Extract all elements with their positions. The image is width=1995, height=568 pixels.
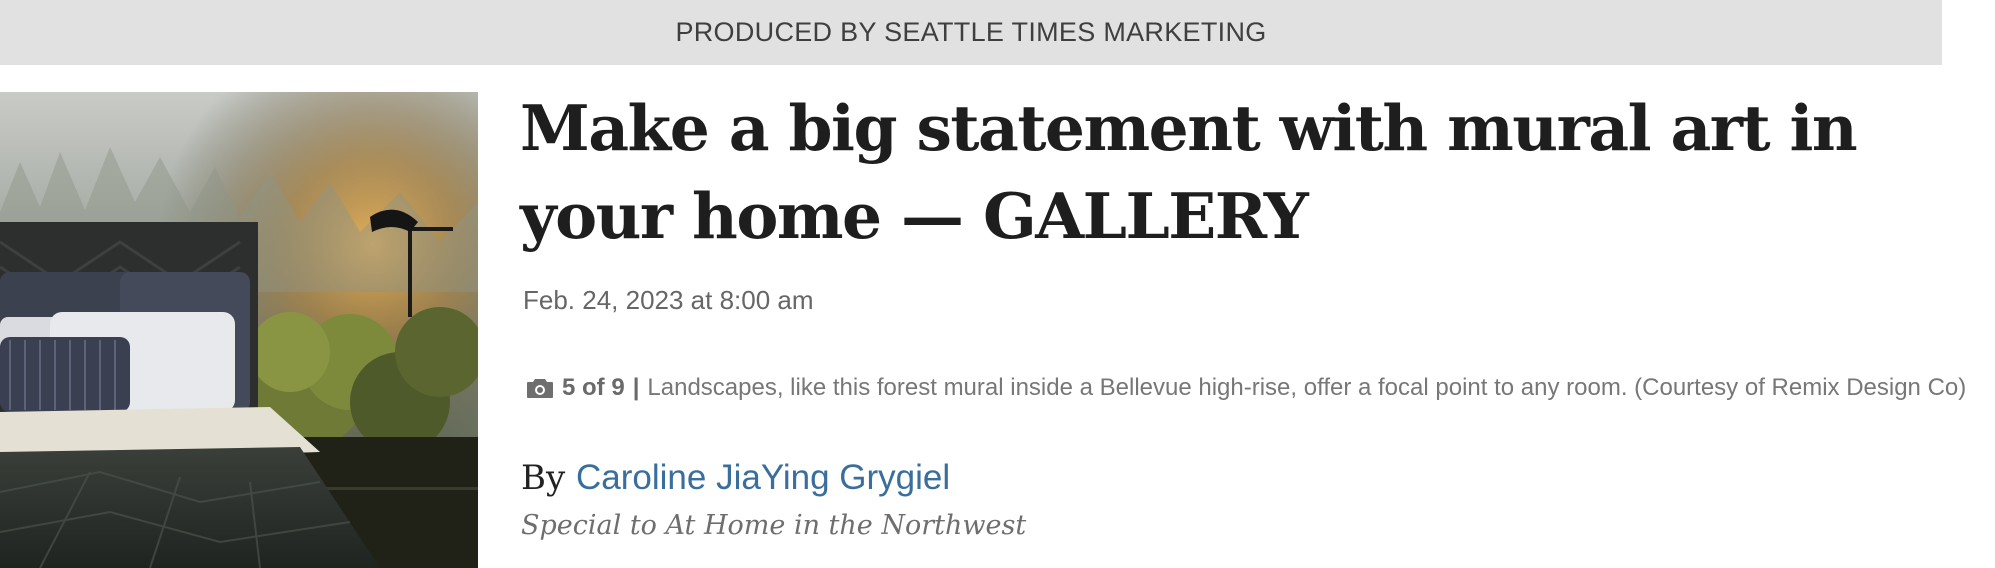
camera-icon	[526, 377, 554, 399]
gallery-caption: 5 of 9 | Landscapes, like this forest mu…	[520, 374, 1980, 402]
author-link[interactable]: Caroline JiaYing Grygiel	[576, 458, 950, 497]
bedroom-mural-photo	[0, 92, 478, 568]
byline-source: Special to At Home in the Northwest	[521, 510, 1027, 541]
publish-date: Feb. 24, 2023 at 8:00 am	[523, 285, 814, 315]
caption-separator: |	[632, 374, 640, 401]
byline: By Caroline JiaYing Grygiel	[520, 458, 1980, 498]
article-header: Make a big statement with mural art in y…	[520, 84, 1980, 541]
byline-prefix: By	[521, 458, 566, 498]
article-headline: Make a big statement with mural art in y…	[520, 91, 1858, 253]
caption-text: Landscapes, like this forest mural insid…	[647, 374, 1967, 401]
gallery-count: 5 of 9	[562, 374, 625, 401]
sponsor-banner: PRODUCED BY SEATTLE TIMES MARKETING	[0, 0, 1942, 65]
sponsor-banner-text: PRODUCED BY SEATTLE TIMES MARKETING	[675, 17, 1267, 47]
hero-image[interactable]	[0, 92, 478, 568]
